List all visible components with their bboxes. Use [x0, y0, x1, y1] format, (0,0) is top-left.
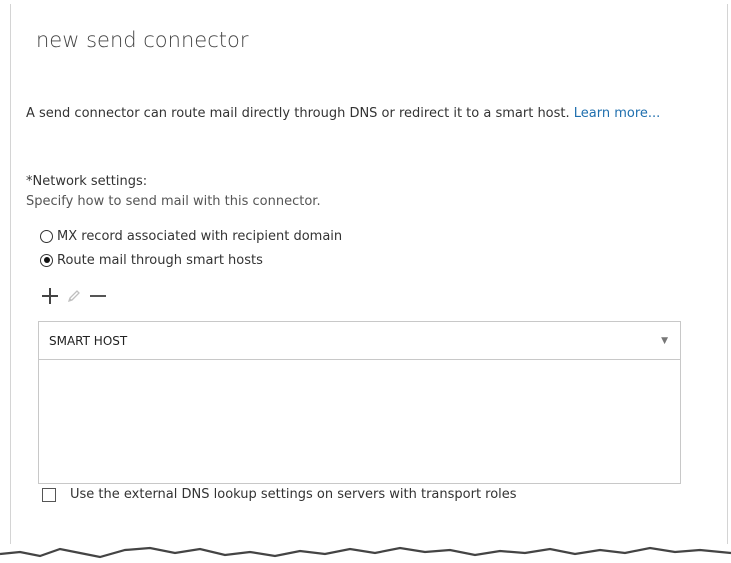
radio-button-mx-record[interactable]	[40, 229, 53, 243]
radio-label-smart-hosts: Route mail through smart hosts	[57, 252, 263, 268]
remove-button[interactable]	[88, 286, 108, 306]
intro-text: A send connector can route mail directly…	[26, 104, 676, 124]
radio-label-mx-record: MX record associated with recipient doma…	[57, 228, 343, 244]
network-settings-description: Specify how to send mail with this conne…	[26, 194, 321, 209]
network-settings-title: *Network settings:	[26, 174, 148, 189]
smart-host-toolbar	[40, 284, 112, 308]
learn-more-link[interactable]: Learn more...	[574, 106, 661, 121]
external-dns-option[interactable]: Use the external DNS lookup settings on …	[42, 487, 517, 502]
smart-host-table[interactable]: SMART HOST ▼	[38, 321, 681, 484]
edit-button[interactable]	[64, 286, 84, 306]
plus-icon	[42, 288, 58, 304]
radio-option-smart-hosts[interactable]: Route mail through smart hosts	[40, 251, 263, 269]
external-dns-checkbox[interactable]	[42, 487, 56, 502]
smart-host-column-header[interactable]: SMART HOST ▼	[39, 322, 680, 360]
dialog-title: new send connector	[36, 28, 249, 52]
external-dns-label: Use the external DNS lookup settings on …	[70, 487, 517, 502]
add-button[interactable]	[40, 286, 60, 306]
sort-arrow-icon[interactable]: ▼	[661, 336, 668, 346]
radio-button-smart-hosts[interactable]	[40, 253, 53, 267]
intro-description: A send connector can route mail directly…	[26, 106, 574, 121]
pencil-icon	[67, 290, 80, 303]
torn-edge-decoration	[0, 546, 731, 563]
minus-icon	[90, 295, 106, 297]
smart-host-column-label: SMART HOST	[49, 333, 128, 348]
radio-option-mx-record[interactable]: MX record associated with recipient doma…	[40, 227, 342, 245]
